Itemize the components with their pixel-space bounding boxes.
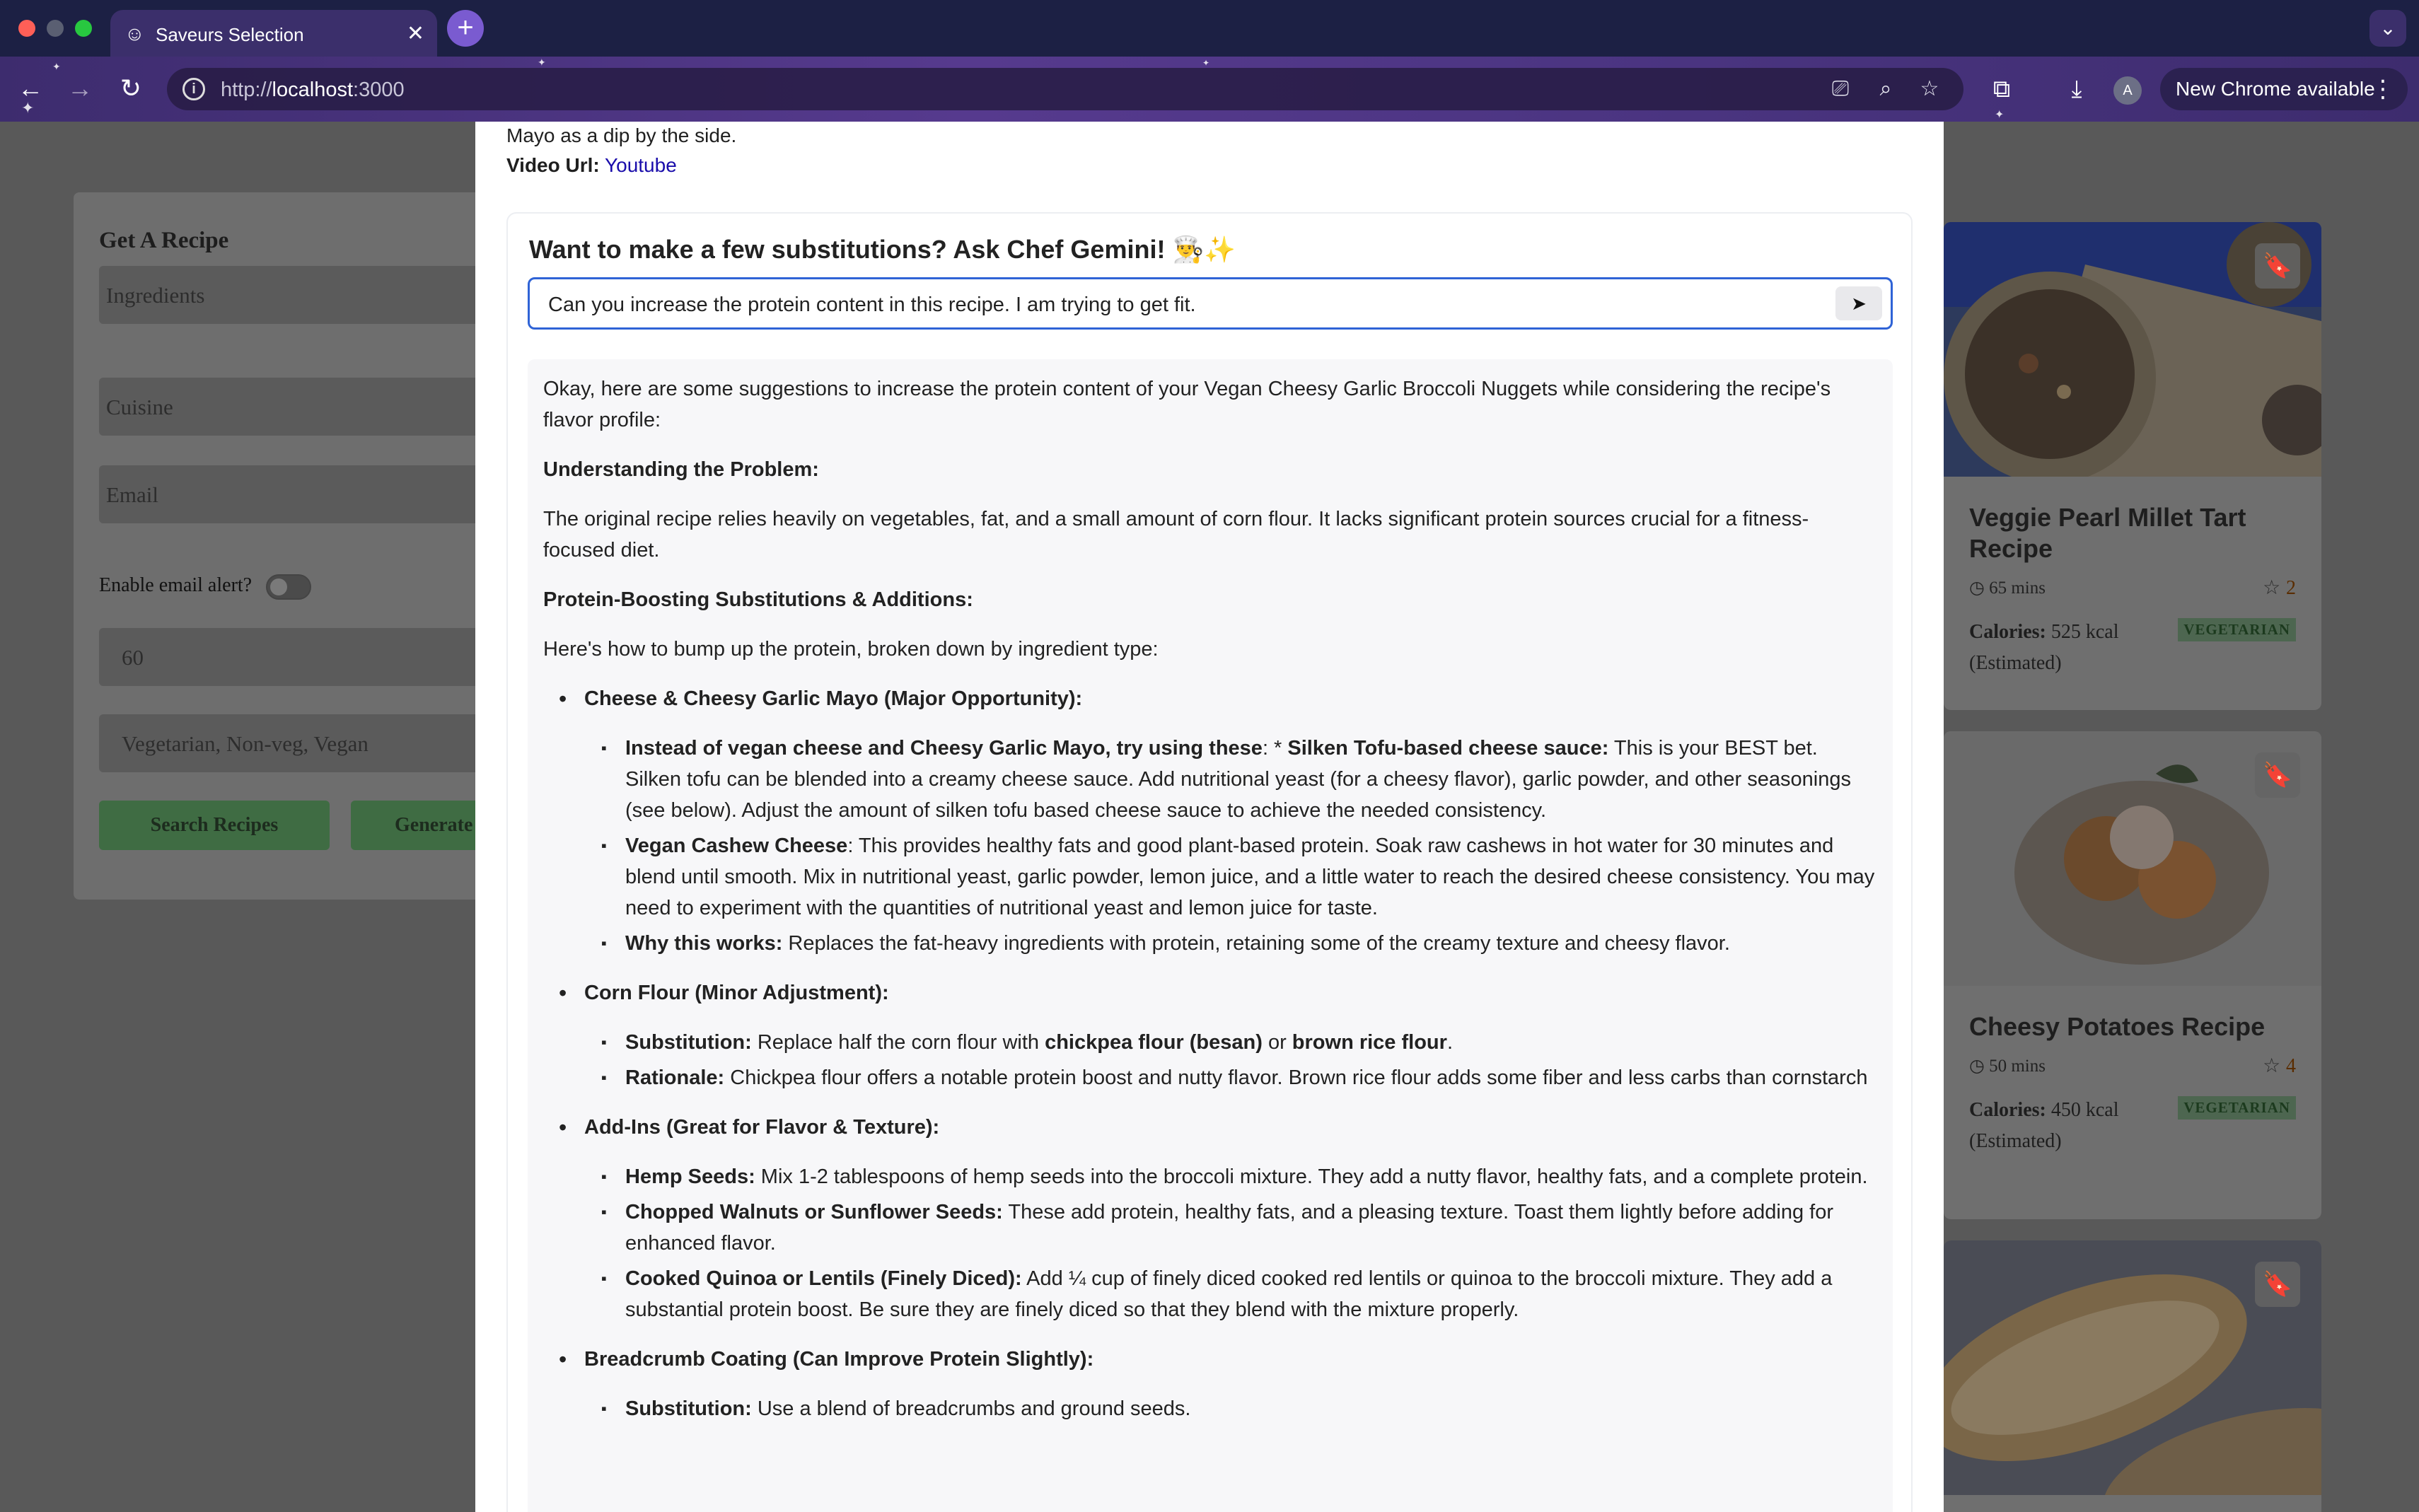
bookmark-icon[interactable]: 🔖 [2255, 243, 2300, 289]
email-alert-toggle[interactable] [266, 574, 311, 600]
list-item: Cheese & Cheesy Garlic Mayo (Major Oppor… [543, 683, 1877, 714]
response-paragraph: Here's how to bump up the protein, broke… [543, 638, 1159, 661]
address-bar[interactable]: i http://localhost:3000 ⎚ ⌕ ☆ [167, 68, 1963, 110]
back-arrow-icon[interactable]: ← [13, 71, 48, 106]
list-item: Why this works: Replaces the fat-heavy i… [543, 928, 1877, 959]
tab-search-chevron-down-icon[interactable]: ⌄ [2369, 10, 2406, 47]
chef-gemini-title: Want to make a few substitutions? Ask Ch… [529, 235, 1236, 264]
list-item: Rationale: Chickpea flour offers a notab… [543, 1062, 1877, 1093]
list-item: Substitution: Use a blend of breadcrumbs… [543, 1393, 1877, 1424]
response-intro: Okay, here are some suggestions to incre… [543, 378, 1831, 431]
update-label: New Chrome available [2176, 78, 2375, 100]
get-recipe-form: Get A Recipe Ingredients Cuisine Email E… [74, 192, 526, 900]
cuisine-input[interactable]: Cuisine [99, 378, 523, 436]
theme-sparkle-icon: ✦ [538, 57, 546, 68]
email-alert-label: Enable email alert? [99, 574, 253, 596]
calories: Calories: 525 kcal (Estimated) [1969, 621, 2119, 674]
reload-icon[interactable]: ↻ [113, 71, 149, 106]
chef-favicon-icon: ☺ [124, 23, 145, 45]
email-input[interactable]: Email [99, 465, 523, 523]
send-icon[interactable]: ➤ [1835, 286, 1882, 320]
list-item: Add-Ins (Great for Flavor & Texture): [543, 1112, 1877, 1143]
bookmark-star-icon[interactable]: ☆ [1917, 76, 1942, 102]
tab-title: Saveurs Selection [156, 24, 304, 45]
time-input[interactable]: 60 [99, 628, 523, 686]
cook-time: ◷ 50 mins [1969, 1057, 2046, 1076]
form-title: Get A Recipe [99, 228, 229, 253]
more-vertical-icon[interactable]: ⋮ [2371, 68, 2395, 110]
browser-tab-active[interactable]: ☺ Saveurs Selection ✕ [110, 10, 437, 57]
list-item: Vegan Cashew Cheese: This provides healt… [543, 830, 1877, 924]
chef-gemini-panel: Want to make a few substitutions? Ask Ch… [506, 212, 1913, 1512]
diet-badge: VEGETARIAN [2178, 618, 2296, 641]
browser-toolbar: ✦ ✦ ✦ ✦ ✦ ← → ↻ i http://localhost:3000 … [0, 57, 2419, 122]
bookmark-icon[interactable]: 🔖 [2255, 1262, 2300, 1307]
response-paragraph: The original recipe relies heavily on ve… [543, 508, 1809, 562]
profile-avatar[interactable]: A [2113, 76, 2142, 105]
cook-time: ◷ 65 mins [1969, 578, 2046, 598]
rating: ☆ 2 [2263, 576, 2296, 599]
browser-tab-bar: ☺ Saveurs Selection ✕ + ⌄ [0, 0, 2419, 57]
ingredients-input[interactable]: Ingredients [99, 266, 523, 324]
recipe-card[interactable]: 🔖 [1944, 1240, 2321, 1512]
recipe-modal: Mayo as a dip by the side. Video Url: Yo… [475, 122, 1944, 1512]
download-icon[interactable]: ⤓ [2061, 74, 2092, 105]
zoom-icon[interactable]: ⌕ [1873, 76, 1898, 102]
recipe-title[interactable]: Veggie Pearl Millet Tart Recipe [1969, 502, 2295, 564]
url-text[interactable]: http://localhost:3000 [221, 78, 405, 102]
window-minimize-button[interactable] [47, 20, 64, 37]
theme-sparkle-icon: ✦ [52, 61, 61, 72]
theme-sparkle-icon: ✦ [1202, 58, 1210, 68]
diet-badge: VEGETARIAN [2178, 1096, 2296, 1120]
list-item: Breadcrumb Coating (Can Improve Protein … [543, 1344, 1877, 1375]
list-item: Chopped Walnuts or Sunflower Seeds: Thes… [543, 1197, 1877, 1259]
youtube-link[interactable]: Youtube [605, 154, 677, 176]
diet-input[interactable]: Vegetarian, Non-veg, Vegan [99, 714, 523, 772]
forward-arrow-icon[interactable]: → [62, 71, 98, 106]
window-maximize-button[interactable] [75, 20, 92, 37]
install-app-icon[interactable]: ⎚ [1828, 76, 1853, 102]
new-chrome-available-button[interactable]: New Chrome available ⋮ [2160, 68, 2408, 110]
theme-sparkle-icon: ✦ [1995, 109, 2005, 121]
recipe-text-tail: Mayo as a dip by the side. [506, 124, 737, 146]
substitution-input[interactable] [548, 289, 1807, 320]
list-item: Corn Flour (Minor Adjustment): [543, 977, 1877, 1008]
list-item: Cooked Quinoa or Lentils (Finely Diced):… [543, 1263, 1877, 1325]
bookmark-icon[interactable]: 🔖 [2255, 752, 2300, 798]
search-recipes-button[interactable]: Search Recipes [99, 801, 330, 850]
video-url-label: Video Url: [506, 154, 600, 176]
response-heading: Understanding the Problem: [543, 458, 819, 481]
response-heading: Protein-Boosting Substitutions & Additio… [543, 588, 973, 611]
recipe-card[interactable]: 🔖 Cheesy Potatoes Recipe ◷ 50 mins ☆ 4 C… [1944, 731, 2321, 1219]
video-url-row: Video Url: Youtube [506, 154, 677, 177]
chef-gemini-response: Okay, here are some suggestions to incre… [528, 359, 1893, 1512]
window-close-button[interactable] [18, 20, 35, 37]
page-backdrop[interactable]: Get A Recipe Ingredients Cuisine Email E… [0, 122, 2419, 1512]
extensions-puzzle-icon[interactable]: ⧉ [1986, 74, 2017, 105]
recipe-card[interactable]: 🔖 Veggie Pearl Millet Tart Recipe ◷ 65 m… [1944, 222, 2321, 710]
list-item: Instead of vegan cheese and Cheesy Garli… [543, 733, 1877, 826]
recipe-title[interactable]: Cheesy Potatoes Recipe [1969, 1011, 2295, 1042]
calories: Calories: 450 kcal (Estimated) [1969, 1099, 2119, 1152]
substitution-input-box[interactable]: ➤ [528, 277, 1893, 330]
tab-close-icon[interactable]: ✕ [407, 21, 424, 46]
rating: ☆ 4 [2263, 1054, 2296, 1077]
site-info-icon[interactable]: i [182, 78, 205, 100]
new-tab-button[interactable]: + [447, 10, 484, 47]
list-item: Substitution: Replace half the corn flou… [543, 1027, 1877, 1058]
list-item: Hemp Seeds: Mix 1-2 tablespoons of hemp … [543, 1161, 1877, 1192]
